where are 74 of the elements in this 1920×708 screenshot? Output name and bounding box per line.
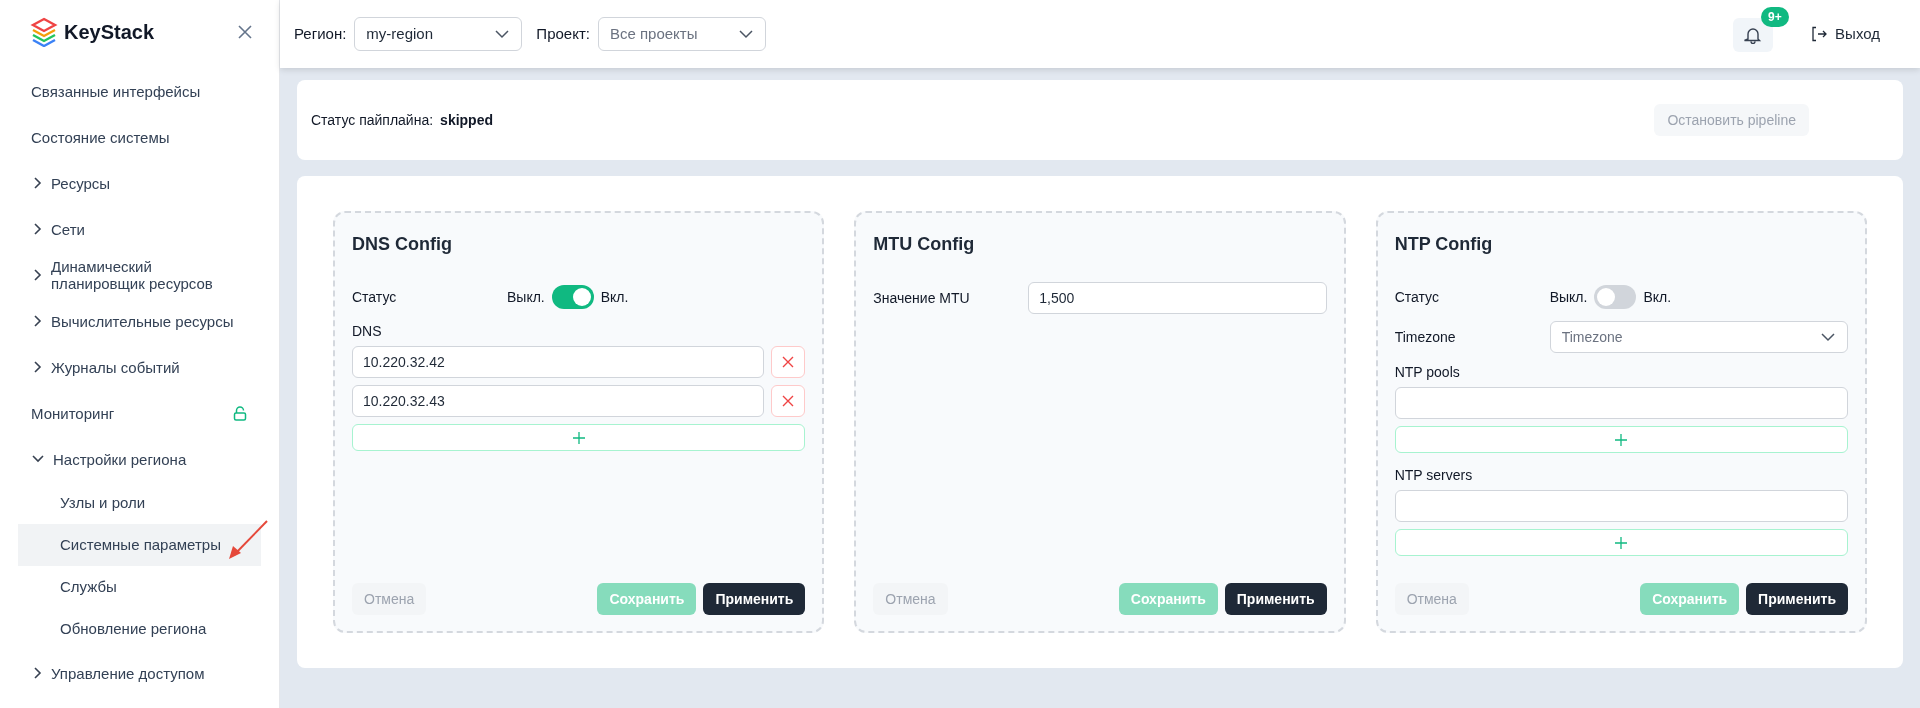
field-label: Регион: [294,23,347,44]
add-button[interactable] [1394,529,1848,556]
bell-icon [1744,26,1763,44]
status-toggle[interactable] [551,285,594,309]
pipeline-status-value: skipped [440,110,493,130]
sidebar-item[interactable]: Настройки региона [0,436,279,482]
text-input[interactable] [1394,387,1848,419]
notification-badge: 9+ [1761,7,1789,27]
plus-icon [1615,536,1628,549]
field-label: NTP servers [1394,466,1474,485]
chevron-icon [737,29,754,39]
chevron-icon [33,268,43,282]
chevron-icon [33,360,43,374]
toggle-off-label: Выкл. [1549,287,1588,307]
add-button[interactable] [352,424,806,451]
field-label: NTP pools [1394,363,1461,382]
field-label: DNS [352,322,383,341]
text-input[interactable]: 10.220.32.42 [352,346,765,378]
field-label: Статус [352,287,398,307]
close-icon [782,395,795,407]
field-label: Timezone [1394,327,1457,347]
sidebar-item[interactable]: Журналы событий [0,344,279,390]
status-toggle[interactable] [1594,285,1637,309]
sidebar-item[interactable]: Ресурсы [0,160,279,206]
logout-button[interactable]: Выход [1811,22,1880,46]
toggle-off-label: Выкл. [507,287,545,307]
toggle-on-label: Вкл. [600,287,629,307]
region-select[interactable]: my-region [354,17,523,51]
card-title: MTU Config [873,233,976,256]
mtu-input[interactable]: 1,500 [1028,282,1327,314]
toggle-on-label: Вкл. [1643,287,1672,307]
card-title: NTP Config [1394,233,1494,256]
apply-button[interactable]: Применить [1746,583,1848,615]
sidebar-item[interactable]: Связанные интерфейсы [0,68,279,114]
timezone-select[interactable]: Timezone [1549,321,1848,353]
text-input[interactable] [1394,490,1848,522]
sidebar-item[interactable]: Мониторинг [0,390,279,436]
sidebar-item[interactable]: Сети [0,206,279,252]
logo-text: KeyStack [64,20,155,45]
sidebar-item[interactable]: Управление доступом [0,650,279,696]
text-input[interactable]: 10.220.32.43 [352,385,765,417]
apply-button[interactable]: Применить [703,583,806,615]
add-button[interactable] [1394,426,1848,453]
remove-button[interactable] [771,346,806,378]
project-select[interactable]: Все проекты [597,17,766,51]
pipeline-status-label: Статус пайплайна: [311,110,434,130]
chevron-icon [31,454,45,464]
logo-icon [30,17,58,47]
sidebar-item[interactable]: Вычислительные ресурсы [0,298,279,344]
close-icon [782,356,795,368]
sidebar-subitem[interactable]: Узлы и роли [18,482,261,524]
sidebar-item[interactable]: Состояние системы [0,114,279,160]
sidebar-subitem[interactable]: Службы [18,566,261,608]
chevron-icon [33,666,43,680]
sidebar-item[interactable]: Динамический планировщик ресурсов [0,252,279,298]
close-icon [238,25,252,39]
card-title: DNS Config [352,233,453,256]
field-label: Проект: [536,23,590,44]
sidebar-subitem[interactable]: Системные параметры [18,524,261,566]
chevron-icon [494,29,511,39]
plus-icon [1615,433,1628,446]
logout-icon [1811,26,1828,42]
plus-icon [572,431,585,444]
field-label: Статус [1394,287,1440,307]
chevron-icon [33,222,43,236]
field-label: Значение MTU [873,288,971,308]
remove-button[interactable] [771,385,806,417]
chevron-icon [33,314,43,328]
apply-button[interactable]: Применить [1224,583,1327,615]
annotation-arrow [226,519,270,561]
chevron-icon [33,176,43,190]
chevron-icon [1820,332,1836,342]
unlocked-padlock-icon [233,405,247,421]
sidebar-subitem[interactable]: Обновление региона [18,608,261,650]
